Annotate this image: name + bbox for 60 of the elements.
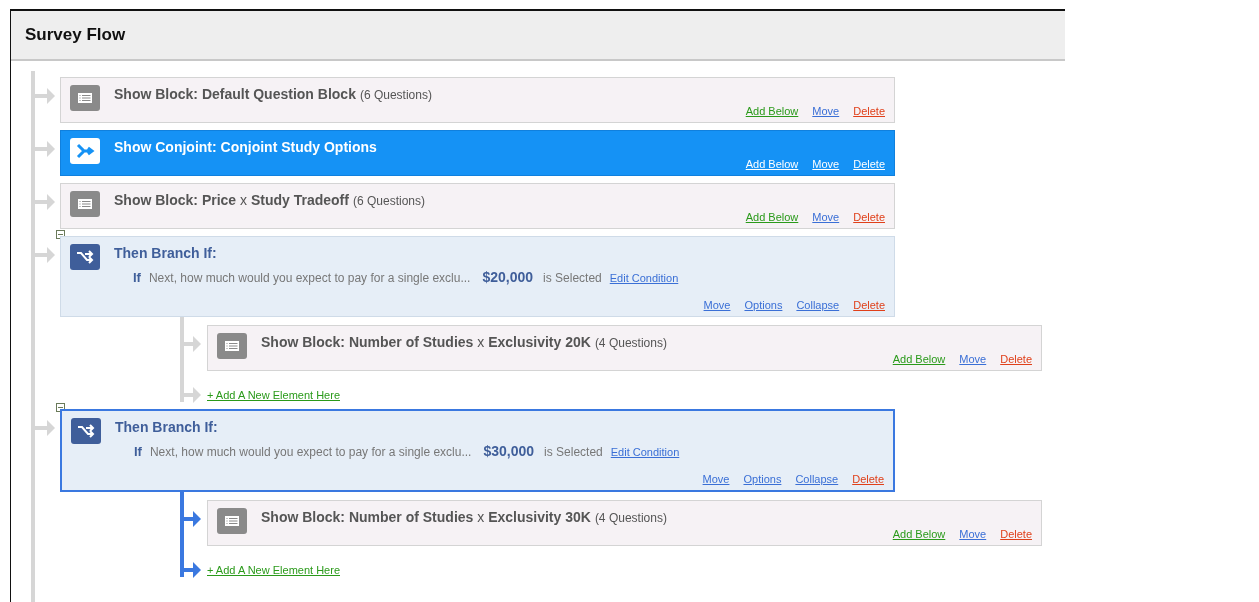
element-title: Show Block: Number of Studies x Exclusivity 30K (261, 509, 591, 525)
action-link[interactable]: Collapse (796, 299, 840, 311)
action-link[interactable]: Add Below (892, 528, 946, 540)
action-link[interactable]: Move (702, 473, 730, 485)
action-link[interactable]: Move (959, 528, 987, 540)
action-link[interactable]: Move (812, 105, 840, 117)
action-link[interactable]: Delete (852, 473, 884, 485)
shuffle-icon (71, 418, 101, 444)
action-link[interactable]: Delete (853, 211, 885, 223)
flow-element[interactable]: Then Branch If: If Next, how much would you expect to pay for a single exclu... $30,000 is Selected Edit Condition Move Options Collapse Delete (60, 409, 895, 492)
element-title: Show Block: Default Question Block (114, 86, 356, 102)
add-element-link[interactable]: + Add A New Element Here (207, 389, 340, 401)
element-title: Then Branch If: (114, 245, 217, 261)
action-link[interactable]: Move (959, 353, 987, 365)
question-count: (6 Questions) (352, 194, 425, 208)
edit-condition-link[interactable]: Edit Condition (610, 446, 680, 458)
condition-answer: $30,000 (483, 443, 535, 459)
condition-operator: is Selected (544, 445, 603, 459)
element-title: Show Block: Number of Studies x Exclusivity 20K (261, 334, 591, 350)
edit-condition-link[interactable]: Edit Condition (609, 272, 679, 284)
if-keyword: If (134, 444, 142, 459)
flow-element[interactable]: Then Branch If: If Next, how much would you expect to pay for a single exclu... $20,000 is Selected Edit Condition Move Options Collapse Delete (60, 236, 895, 317)
condition-question: Next, how much would you expect to pay for a single exclu... (148, 271, 471, 285)
flow-element[interactable]: Show Block: Number of Studies x Exclusivity 20K (4 Questions) Add Below Move Delete (207, 325, 1042, 371)
if-keyword: If (133, 270, 141, 285)
action-link[interactable]: Add Below (745, 105, 799, 117)
panel-title: Survey Flow (25, 25, 126, 45)
question-count: (4 Questions) (594, 336, 667, 350)
list-icon (70, 191, 100, 217)
element-title: Then Branch If: (115, 419, 218, 435)
action-link[interactable]: Options (744, 299, 783, 311)
flow-element[interactable]: Show Conjoint: Conjoint Study Options Add Below Move Delete (60, 130, 895, 176)
action-link[interactable]: Move (812, 211, 840, 223)
action-link[interactable]: Delete (853, 105, 885, 117)
action-link[interactable]: Collapse (795, 473, 839, 485)
flow-element[interactable]: Show Block: Default Question Block (6 Questions) Add Below Move Delete (60, 77, 895, 123)
action-link[interactable]: Add Below (745, 158, 799, 170)
list-icon (70, 85, 100, 111)
element-title: Show Conjoint: Conjoint Study Options (114, 139, 377, 155)
flow-element[interactable]: Show Block: Number of Studies x Exclusivity 30K (4 Questions) Add Below Move Delete (207, 500, 1042, 546)
action-link[interactable]: Move (703, 299, 731, 311)
action-link[interactable]: Add Below (745, 211, 799, 223)
action-link[interactable]: Delete (853, 158, 885, 170)
action-link[interactable]: Delete (1000, 528, 1032, 540)
list-icon (217, 333, 247, 359)
shuffle-icon (70, 244, 100, 270)
question-count: (6 Questions) (359, 88, 432, 102)
action-link[interactable]: Delete (853, 299, 885, 311)
condition-answer: $20,000 (482, 269, 534, 285)
action-link[interactable]: Delete (1000, 353, 1032, 365)
action-link[interactable]: Add Below (892, 353, 946, 365)
flow-element[interactable]: Show Block: Price x Study Tradeoff (6 Questions) Add Below Move Delete (60, 183, 895, 229)
condition-question: Next, how much would you expect to pay for a single exclu... (149, 445, 472, 459)
list-icon (217, 508, 247, 534)
action-link[interactable]: Move (812, 158, 840, 170)
add-element-link[interactable]: + Add A New Element Here (207, 564, 340, 576)
condition-operator: is Selected (543, 271, 602, 285)
question-count: (4 Questions) (594, 511, 667, 525)
element-title: Show Block: Price x Study Tradeoff (114, 192, 349, 208)
action-link[interactable]: Options (743, 473, 782, 485)
